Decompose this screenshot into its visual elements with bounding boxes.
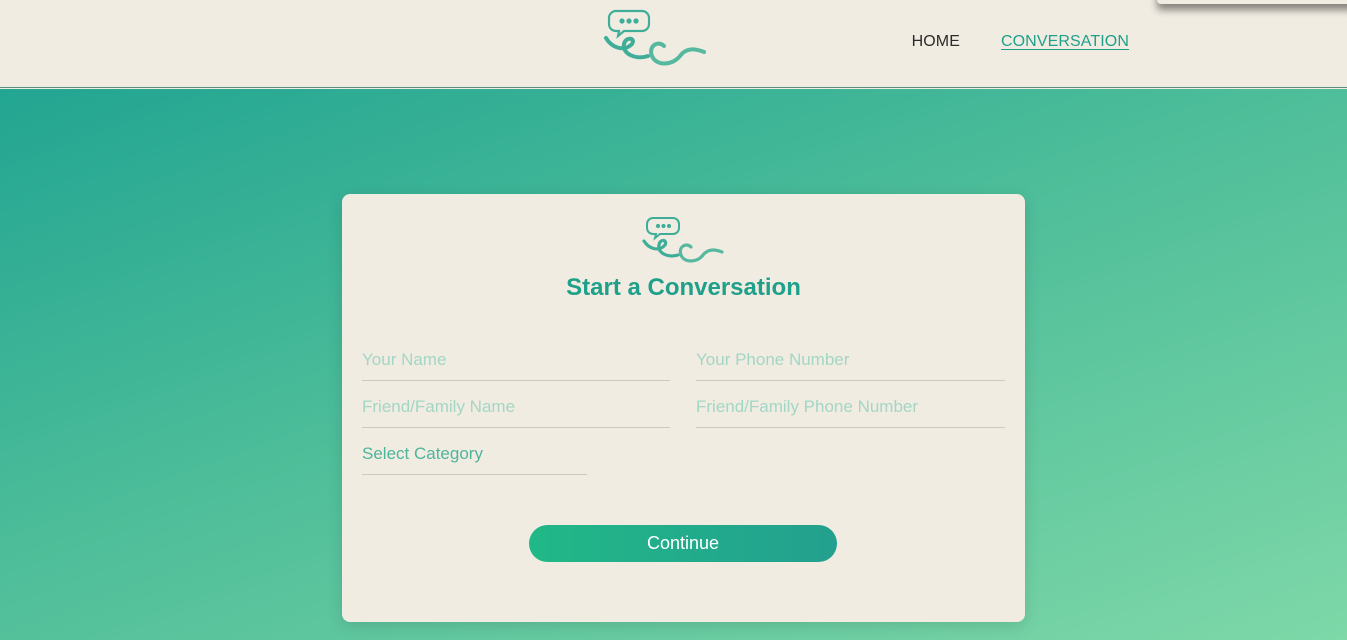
- conversation-card: Start a Conversation Select Category Con…: [342, 194, 1025, 622]
- your-name-field: [362, 341, 670, 381]
- continue-button[interactable]: Continue: [529, 525, 837, 562]
- form-title: Start a Conversation: [566, 274, 801, 301]
- friend-name-input[interactable]: [362, 388, 670, 426]
- site-header: HOME CONVERSATION: [0, 0, 1347, 88]
- ec-chat-logo-icon: [642, 217, 724, 263]
- your-phone-input[interactable]: [696, 341, 1005, 379]
- ec-chat-logo-icon[interactable]: [602, 8, 708, 72]
- hero-section: Start a Conversation Select Category Con…: [0, 89, 1347, 640]
- category-select-value[interactable]: Select Category: [362, 435, 587, 473]
- header-overlay-shadow: [1157, 0, 1347, 4]
- nav-link-conversation[interactable]: CONVERSATION: [1001, 33, 1129, 51]
- friend-name-field: [362, 388, 670, 428]
- main-nav: HOME CONVERSATION: [912, 33, 1129, 51]
- nav-link-home[interactable]: HOME: [912, 33, 960, 51]
- friend-phone-field: [696, 388, 1005, 428]
- category-select[interactable]: Select Category: [362, 435, 587, 475]
- friend-phone-input[interactable]: [696, 388, 1005, 426]
- your-phone-field: [696, 341, 1005, 381]
- your-name-input[interactable]: [362, 341, 670, 379]
